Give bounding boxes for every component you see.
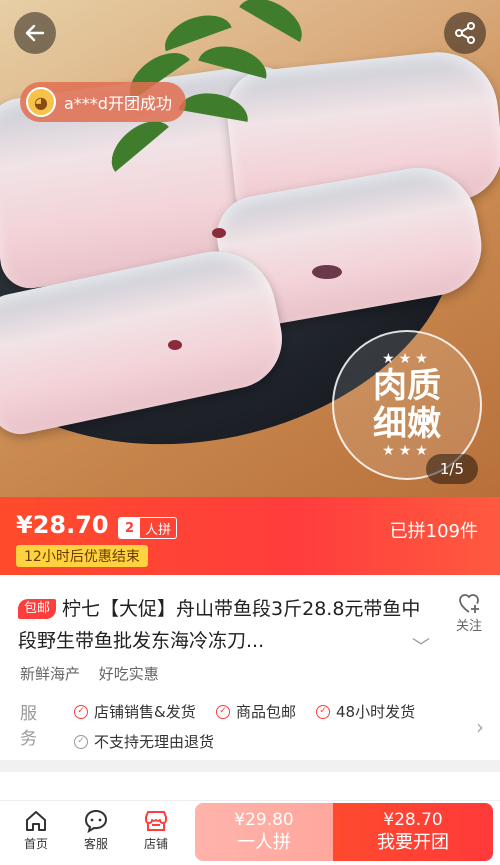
start-group-button[interactable]: ¥28.70 我要开团 bbox=[333, 803, 493, 861]
chevron-down-icon[interactable]: ﹀ bbox=[412, 633, 430, 659]
service-text: 48小时发货 bbox=[336, 703, 416, 721]
group-size-label: 人拼 bbox=[145, 522, 172, 538]
service-item: ✓ 店铺销售&发货 bbox=[74, 701, 196, 722]
sold-count: 已拼109件 bbox=[389, 521, 478, 542]
product-title-block: 包邮 柠七【大促】舟山带鱼段3斤28.8元带鱼中段野生带鱼批发东海冷冻刀... bbox=[18, 593, 438, 657]
service-text: 店铺销售&发货 bbox=[94, 703, 196, 721]
group-success-notice: ◕ a***d开团成功 bbox=[20, 82, 186, 122]
single-label: 一人拼 bbox=[237, 832, 291, 853]
group-size-tag: 2 人拼 bbox=[118, 517, 178, 539]
free-shipping-tag: 包邮 bbox=[18, 599, 57, 619]
image-pager: 1/5 bbox=[425, 454, 478, 484]
product-image-carousel[interactable]: ◕ a***d开团成功 ★★★ 肉质 细嫩 ★★★ 1/5 bbox=[0, 0, 500, 497]
check-circle-icon: ✓ bbox=[74, 734, 88, 749]
garnish-leaf bbox=[239, 0, 311, 43]
section-divider bbox=[0, 760, 500, 772]
group-size-number: 2 bbox=[119, 518, 141, 538]
product-tags: 新鲜海产 好吃实惠 bbox=[20, 663, 173, 684]
service-text: 不支持无理由退货 bbox=[94, 733, 215, 751]
group-price: ¥28.70 bbox=[16, 511, 109, 539]
group-buy-price: ¥28.70 bbox=[383, 810, 443, 830]
avatar: ◕ bbox=[26, 87, 56, 117]
group-buy-label: 我要开团 bbox=[377, 832, 449, 853]
notice-text: a***d开团成功 bbox=[64, 94, 172, 113]
nav-label: 首页 bbox=[23, 837, 48, 851]
service-item: ✓ 48小时发货 bbox=[316, 701, 415, 722]
fish-detail bbox=[212, 228, 226, 238]
fish-detail bbox=[168, 340, 182, 350]
services-label: 服务 bbox=[20, 704, 37, 749]
check-circle-icon: ✓ bbox=[74, 704, 88, 719]
garnish-leaf bbox=[158, 6, 232, 52]
chevron-right-icon[interactable]: › bbox=[476, 715, 484, 739]
single-price: ¥29.80 bbox=[234, 810, 294, 830]
price-bar: ¥28.70 2 人拼 12小时后优惠结束 已拼109件 bbox=[0, 497, 500, 575]
seal-line: 细嫩 bbox=[373, 404, 441, 444]
stars-decoration: ★★★ bbox=[382, 351, 432, 367]
check-circle-icon: ✓ bbox=[316, 704, 330, 719]
discount-deadline: 12小时后优惠结束 bbox=[16, 545, 148, 567]
service-item: ✓ 商品包邮 bbox=[216, 701, 296, 722]
product-tag: 好吃实惠 bbox=[98, 665, 159, 683]
service-text: 商品包邮 bbox=[236, 703, 297, 721]
heart-icon bbox=[459, 594, 479, 613]
back-button[interactable] bbox=[14, 12, 56, 54]
shop-icon bbox=[142, 807, 170, 835]
seal-line: 肉质 bbox=[373, 366, 441, 406]
share-icon bbox=[455, 22, 475, 44]
nav-home[interactable]: 首页 bbox=[8, 807, 64, 852]
product-tag: 新鲜海产 bbox=[20, 665, 81, 683]
home-icon bbox=[22, 807, 50, 835]
product-title: 柠七【大促】舟山带鱼段3斤28.8元带鱼中段野生带鱼批发东海冷冻刀... bbox=[18, 598, 421, 652]
follow-button[interactable]: 关注 bbox=[456, 591, 482, 634]
nav-service[interactable]: 客服 bbox=[68, 807, 124, 852]
check-circle-icon: ✓ bbox=[216, 704, 230, 719]
service-icon bbox=[82, 807, 110, 835]
back-arrow-icon bbox=[25, 24, 45, 42]
next-section bbox=[0, 772, 500, 802]
nav-label: 店铺 bbox=[143, 837, 168, 851]
service-item-excluded: ✓ 不支持无理由退货 bbox=[74, 731, 214, 752]
stars-decoration: ★★★ bbox=[382, 443, 432, 459]
fish-detail bbox=[312, 265, 342, 279]
follow-label: 关注 bbox=[455, 619, 482, 634]
product-info: 包邮 柠七【大促】舟山带鱼段3斤28.8元带鱼中段野生带鱼批发东海冷冻刀... ﹀… bbox=[0, 575, 500, 760]
nav-label: 客服 bbox=[83, 837, 108, 851]
bottom-action-bar: 首页 客服 店铺 ¥29.80 一人拼 ¥28.70 我要开团 bbox=[0, 800, 500, 865]
buy-single-button[interactable]: ¥29.80 一人拼 bbox=[195, 803, 333, 861]
share-button[interactable] bbox=[444, 12, 486, 54]
nav-shop[interactable]: 店铺 bbox=[128, 807, 184, 852]
